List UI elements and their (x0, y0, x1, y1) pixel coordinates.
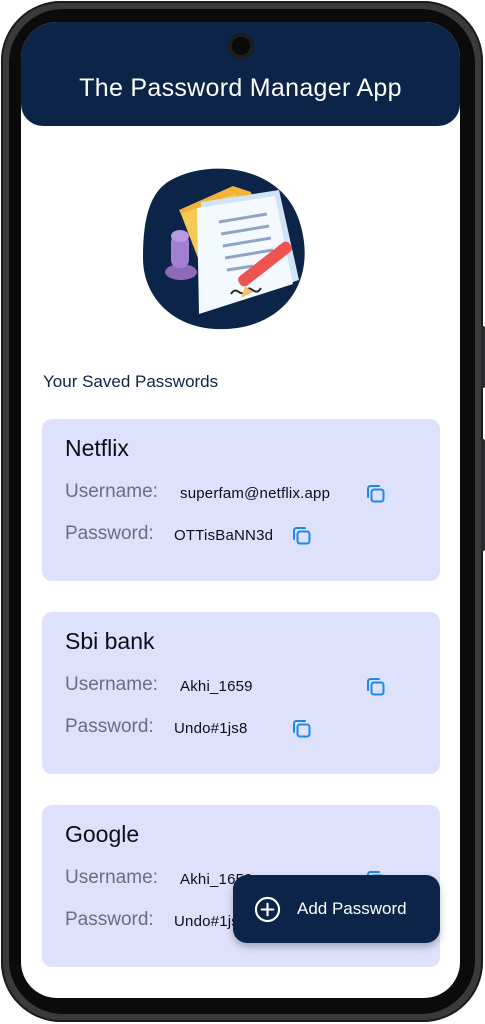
copy-password-icon[interactable] (290, 717, 314, 741)
volume-button (481, 326, 485, 388)
section-title: Your Saved Passwords (43, 372, 219, 391)
password-label: Password: (65, 523, 154, 544)
copy-username-icon[interactable] (364, 675, 388, 699)
front-camera (228, 33, 254, 59)
username-label: Username: (65, 674, 158, 695)
add-password-button[interactable]: Add Password (233, 875, 440, 943)
card-title: Sbi bank (65, 628, 155, 654)
copy-password-icon[interactable] (290, 524, 314, 548)
username-value: Akhi_1659 (180, 678, 253, 695)
password-label: Password: (65, 716, 154, 737)
password-value: OTTisBaNN3d (174, 527, 274, 544)
username-value: superfam@netflix.app (180, 485, 331, 502)
card-title: Google (65, 821, 140, 847)
add-password-label: Add Password (297, 899, 407, 918)
add-circle-icon (254, 896, 281, 923)
app-title: The Password Manager App (79, 74, 402, 102)
power-button (481, 439, 485, 551)
card-title: Netflix (65, 435, 129, 461)
password-card[interactable]: Sbi bank Username: Akhi_1659 Password: U… (42, 612, 440, 774)
password-card[interactable]: Netflix Username: superfam@netflix.app P… (42, 419, 440, 581)
password-value: Undo#1js8 (174, 720, 248, 737)
copy-username-icon[interactable] (364, 482, 388, 506)
document-illustration (143, 168, 305, 330)
username-label: Username: (65, 867, 158, 888)
username-label: Username: (65, 481, 158, 502)
password-label: Password: (65, 909, 154, 930)
app-screen: The Password Manager App Your Saved Pass… (21, 22, 460, 998)
